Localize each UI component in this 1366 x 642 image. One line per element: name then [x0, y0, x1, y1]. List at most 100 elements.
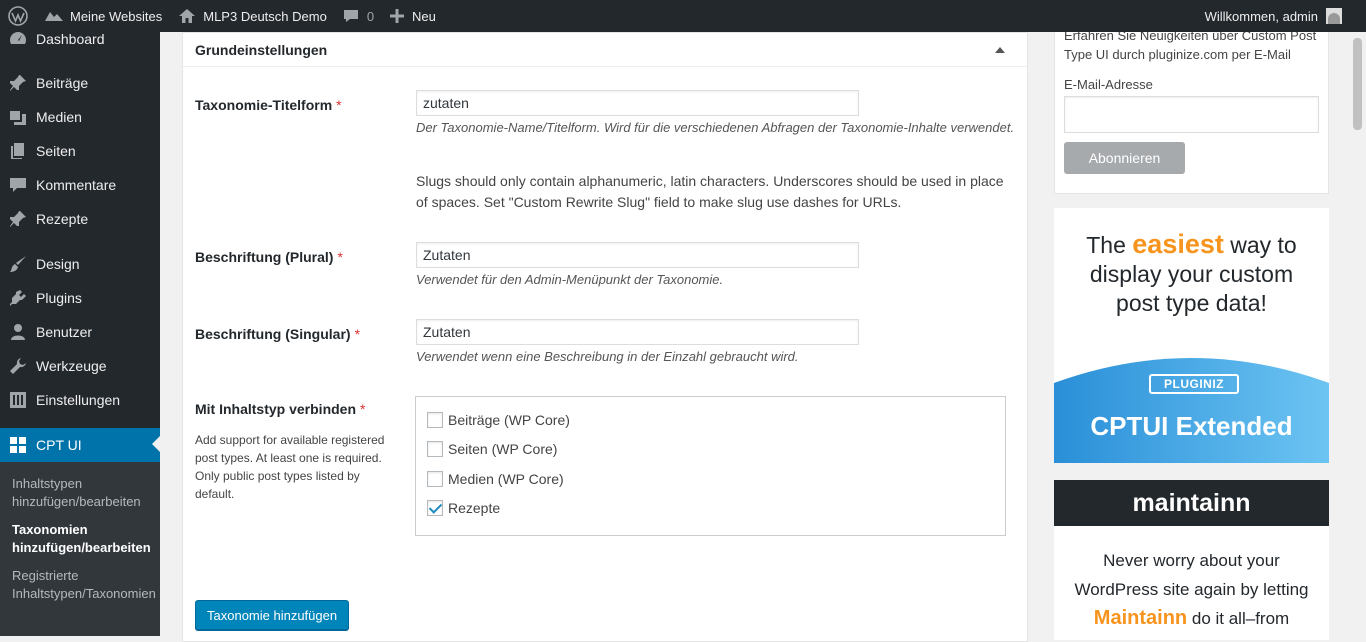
required-mark: * — [336, 97, 342, 113]
menu-label: Werkzeuge — [36, 358, 107, 374]
home-icon — [179, 9, 196, 23]
email-label: E-Mail-Adresse — [1064, 77, 1153, 92]
ad-title: CPTUI Extended — [1090, 411, 1293, 441]
submenu-taxonomies[interactable]: Taxonomien hinzufügen/bearbeiten — [12, 521, 151, 557]
menu-media[interactable]: Medien — [0, 100, 160, 134]
add-taxonomy-button[interactable]: Taxonomie hinzufügen — [195, 600, 350, 630]
required-mark: * — [360, 401, 366, 417]
menu-label: Rezepte — [36, 211, 89, 227]
menu-users[interactable]: Benutzer — [0, 315, 160, 349]
subscribe-button[interactable]: Abonnieren — [1064, 142, 1185, 174]
menu-plugins[interactable]: Plugins — [0, 281, 160, 315]
menu-label: Kommentare — [36, 177, 117, 193]
pin-icon — [0, 74, 36, 92]
admin-bar: Meine Websites MLP3 Deutsch Demo 0 Neu W… — [0, 0, 1366, 32]
email-field[interactable] — [1064, 96, 1319, 133]
checkbox-label: Medien (WP Core) — [448, 471, 564, 487]
grid-icon — [0, 436, 36, 454]
ad-wave-background — [1054, 358, 1329, 463]
menu-label: Dashboard — [36, 32, 105, 47]
checkbox-label: Seiten (WP Core) — [448, 441, 558, 457]
menu-comments[interactable]: Kommentare — [0, 168, 160, 202]
pluginize-logo: PLUGINIZ — [1149, 374, 1239, 394]
comments-count: 0 — [366, 8, 375, 24]
settings-icon — [0, 391, 36, 409]
submenu-post-types[interactable]: Inhaltstypen hinzufügen/bearbeiten — [12, 475, 148, 511]
menu-dashboard[interactable]: Dashboard — [0, 32, 160, 56]
wrench-icon — [0, 357, 36, 375]
comments-menu[interactable]: 0 — [335, 0, 382, 32]
menu-label: Design — [36, 256, 80, 272]
current-menu-arrow — [152, 436, 160, 452]
page-scrollbar[interactable] — [1349, 32, 1366, 636]
checkbox-pages[interactable] — [427, 441, 443, 457]
taxonomy-name-input[interactable] — [416, 90, 859, 116]
headline-highlight: easiest — [1132, 229, 1224, 259]
maintainn-ad[interactable]: maintainn Never worry about your WordPre… — [1054, 480, 1329, 640]
ad-line-3: do it all–from — [1191, 609, 1290, 628]
singular-label: Beschriftung (Singular) * — [195, 326, 360, 342]
user-icon — [0, 323, 36, 341]
ad-headline: The easiest way to display your custom p… — [1054, 230, 1329, 318]
checkbox-label: Beiträge (WP Core) — [448, 412, 570, 428]
menu-label: Medien — [36, 109, 82, 125]
admin-sidebar: Dashboard Beiträge Medien Seiten Komment… — [0, 32, 160, 636]
sites-icon — [45, 12, 63, 21]
menu-label: Benutzer — [36, 324, 93, 340]
menu-label: CPT UI — [36, 437, 82, 453]
checkbox-row-pages[interactable]: Seiten (WP Core) — [427, 441, 557, 457]
required-mark: * — [354, 326, 361, 342]
menu-recipes[interactable]: Rezepte — [0, 202, 160, 236]
taxonomy-name-label: Taxonomie-Titelform * — [195, 97, 342, 113]
plural-input[interactable] — [416, 242, 859, 268]
checkbox-row-posts[interactable]: Beiträge (WP Core) — [427, 412, 570, 428]
headline-text: The — [1086, 232, 1126, 258]
my-sites-menu[interactable]: Meine Websites — [36, 0, 170, 32]
menu-label: Einstellungen — [36, 392, 121, 408]
checkbox-posts[interactable] — [427, 412, 443, 428]
checkbox-row-recipes[interactable]: Rezepte — [427, 500, 500, 516]
headline-line-2: display your custom — [1089, 261, 1294, 287]
singular-help: Verwendet wenn eine Beschreibung in der … — [416, 349, 799, 364]
panel-title: Grundeinstellungen — [195, 41, 328, 58]
new-content-menu[interactable]: Neu — [382, 0, 444, 32]
label-text: Taxonomie-Titelform — [195, 97, 333, 113]
newsletter-box: Erfahren Sie Neuigkeiten über Custom Pos… — [1054, 28, 1329, 194]
menu-settings[interactable]: Einstellungen — [0, 383, 160, 417]
site-name-label: MLP3 Deutsch Demo — [203, 8, 327, 24]
scrollbar-thumb[interactable] — [1353, 38, 1362, 130]
menu-pages[interactable]: Seiten — [0, 134, 160, 168]
dashboard-icon — [0, 32, 36, 48]
cptui-extended-ad[interactable]: The easiest way to display your custom p… — [1054, 208, 1329, 463]
my-account-menu[interactable]: Willkommen, admin — [1197, 0, 1366, 32]
menu-tools[interactable]: Werkzeuge — [0, 349, 160, 383]
singular-input[interactable] — [416, 319, 859, 345]
new-label: Neu — [412, 8, 436, 24]
checkbox-row-media[interactable]: Medien (WP Core) — [427, 471, 564, 487]
wordpress-logo-icon[interactable] — [0, 0, 36, 32]
checkbox-media[interactable] — [427, 471, 443, 487]
label-text: Beschriftung (Plural) — [195, 249, 334, 265]
menu-posts[interactable]: Beiträge — [0, 66, 160, 100]
comment-bubble-icon — [343, 10, 358, 22]
submenu-registered[interactable]: Registrierte Inhaltstypen/Taxonomien — [12, 567, 156, 603]
panel-header[interactable]: Grundeinstellungen — [183, 33, 1027, 67]
menu-cpt-ui[interactable]: CPT UI — [0, 428, 160, 462]
post-types-label: Mit Inhaltstyp verbinden * — [195, 401, 365, 417]
checkbox-label: Rezepte — [448, 500, 501, 516]
cpt-ui-submenu: Inhaltstypen hinzufügen/bearbeiten Taxon… — [0, 462, 160, 636]
menu-label: Plugins — [36, 290, 82, 306]
checkbox-recipes[interactable] — [427, 500, 443, 516]
site-name-menu[interactable]: MLP3 Deutsch Demo — [170, 0, 335, 32]
basic-settings-panel: Grundeinstellungen Taxonomie-Titelform * … — [182, 32, 1028, 642]
plugin-icon — [0, 289, 36, 307]
avatar — [1326, 8, 1342, 24]
maintainn-logo: maintainn — [1054, 480, 1329, 526]
plural-label: Beschriftung (Plural) * — [195, 249, 343, 265]
collapse-arrow-icon[interactable] — [995, 47, 1005, 53]
ad-line-2: WordPress site again by letting — [1074, 580, 1309, 599]
welcome-text: Willkommen, admin — [1204, 8, 1318, 24]
menu-design[interactable]: Design — [0, 247, 160, 281]
ad-highlight: Maintainn — [1093, 607, 1188, 629]
post-types-checkbox-list: Beiträge (WP Core) Seiten (WP Core) Medi… — [415, 396, 1006, 536]
